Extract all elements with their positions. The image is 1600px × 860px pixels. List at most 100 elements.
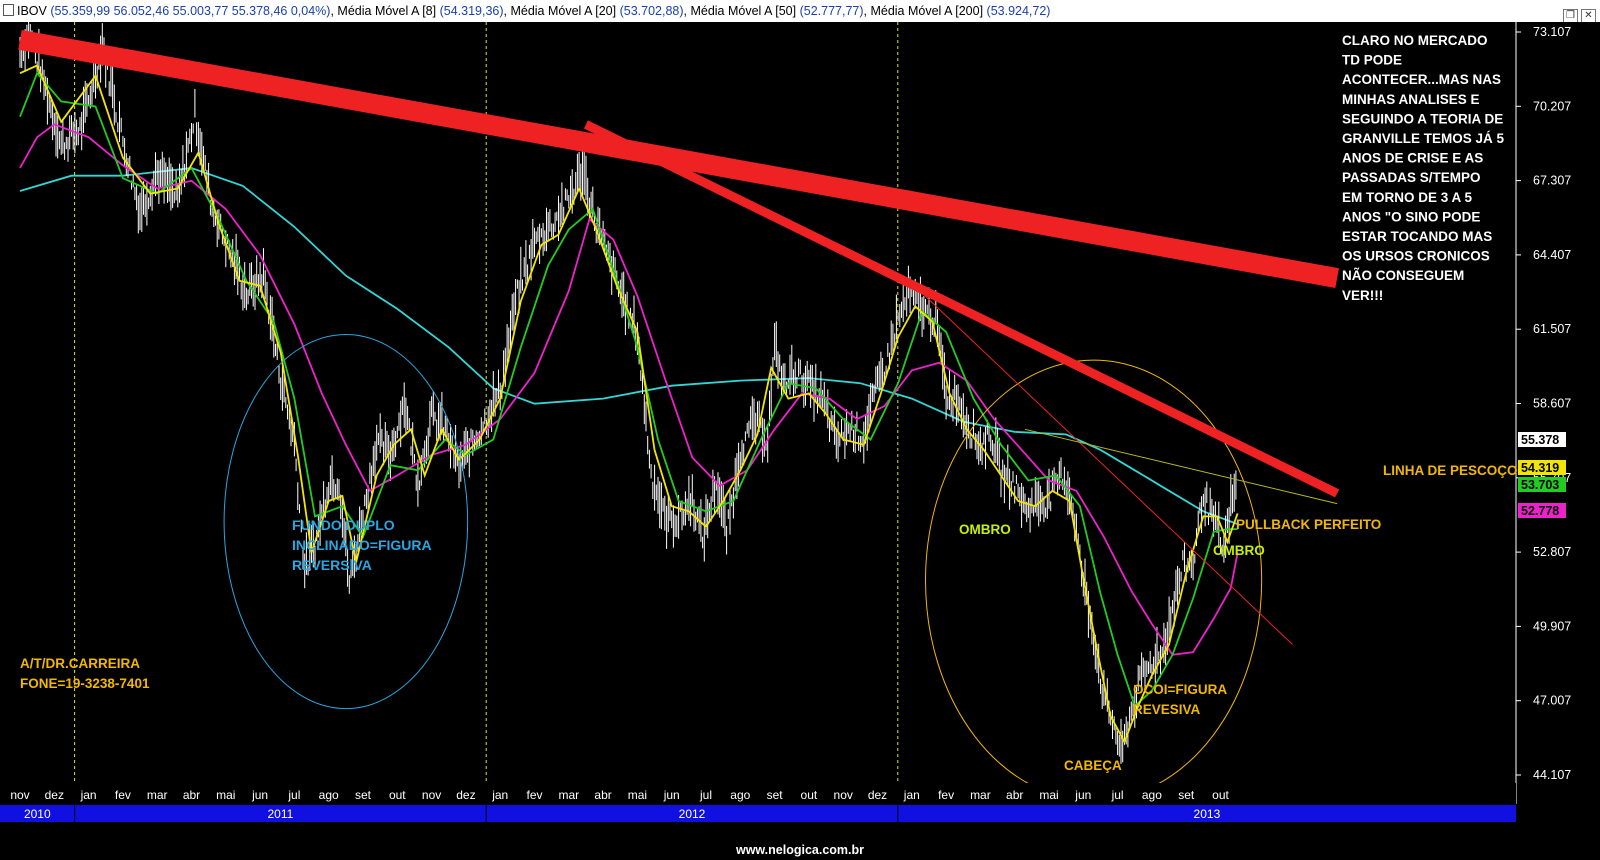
annotation-line: INCLINADO=FIGURA — [292, 537, 432, 553]
annotation-line: ESTAR TOCANDO MAS — [1342, 229, 1492, 244]
month-label: mar — [147, 788, 168, 802]
month-label: nov — [10, 788, 29, 802]
month-label: mar — [558, 788, 579, 802]
chart-annotation: FUNDO DUPLO INCLINADO=FIGURA REVERSIVA — [292, 517, 432, 573]
month-label: mai — [628, 788, 647, 802]
month-label: jul — [699, 788, 712, 802]
month-label: nov — [834, 788, 853, 802]
chart-icon — [3, 4, 14, 16]
watermark: www.nelogica.com.br — [0, 840, 1600, 860]
month-label: abr — [183, 788, 200, 802]
annotation-line: OMBRO — [1213, 543, 1265, 558]
month-label: jul — [287, 788, 300, 802]
last-value-label: 53.703 — [1521, 478, 1559, 492]
ma8-line — [19, 64, 1239, 745]
y-tick-label: 49.907 — [1533, 619, 1571, 633]
annotation-line: PASSADAS S/TEMPO — [1342, 170, 1481, 185]
month-label: dez — [456, 788, 475, 802]
annotation-line: VER!!! — [1342, 288, 1383, 303]
year-label: 2013 — [1194, 807, 1221, 821]
year-label: 2012 — [679, 807, 706, 821]
restore-icon[interactable]: ❐ — [1563, 9, 1578, 22]
annotation-line: OS URSOS CRONICOS — [1342, 249, 1490, 264]
annotation-line: MINHAS ANALISES E — [1342, 92, 1480, 107]
annotation-line: OMBRO — [959, 522, 1011, 537]
chart-annotation: PULLBACK PERFEITO — [1236, 517, 1381, 532]
month-label: abr — [1006, 788, 1023, 802]
y-tick-label: 70.207 — [1533, 99, 1571, 113]
annotation-line: NÃO CONSEGUEM — [1342, 268, 1464, 283]
annotation-line: CLARO NO MERCADO — [1342, 33, 1488, 48]
year-label: 2011 — [267, 807, 293, 821]
month-label: jun — [663, 788, 680, 802]
chart-annotation: CLARO NO MERCADO TD PODE ACONTECER...MAS N… — [1342, 33, 1505, 303]
ma8-label: Média Móvel A [8] — [337, 4, 437, 18]
year-axis — [0, 805, 1516, 822]
month-label: set — [1178, 788, 1195, 802]
month-label: mai — [216, 788, 235, 802]
ma50-line — [19, 123, 1239, 656]
y-tick-label: 73.107 — [1533, 25, 1571, 39]
month-label: jan — [491, 788, 508, 802]
annotation-line: A/T/DR.CARREIRA — [20, 656, 140, 671]
trendline — [911, 282, 1293, 645]
ma20-value: (53.702,88) — [619, 4, 684, 18]
chart-annotation: LINHA DE PESCOÇO — [1383, 463, 1518, 478]
annotation-line: REVERSIVA — [292, 557, 372, 573]
price-bars — [19, 22, 1237, 764]
month-label: ago — [319, 788, 339, 802]
month-label: ago — [730, 788, 750, 802]
trendline — [583, 120, 1340, 498]
month-label: fev — [938, 788, 954, 802]
month-label: dez — [868, 788, 887, 802]
window-controls: ❐ ✕ — [1560, 3, 1596, 22]
last-value-label: 52.778 — [1521, 504, 1559, 518]
month-label: ago — [1142, 788, 1162, 802]
close-icon[interactable]: ✕ — [1581, 9, 1596, 22]
chart-annotation: OMBRO — [959, 522, 1011, 537]
pattern-ellipse — [925, 359, 1263, 802]
y-tick-label: 67.307 — [1533, 174, 1571, 188]
month-label: jul — [1111, 788, 1124, 802]
last-value-label: 55.378 — [1521, 433, 1559, 447]
chart-header: IBOV (55.359,99 56.052,46 55.003,77 55.3… — [0, 0, 1600, 22]
month-label: fev — [115, 788, 131, 802]
annotation-line: PULLBACK PERFEITO — [1236, 517, 1381, 532]
annotation-line: GRANVILLE TEMOS JÁ 5 — [1342, 131, 1505, 146]
month-label: jun — [251, 788, 268, 802]
ma200-value: (53.924,72) — [986, 4, 1051, 18]
ma50-label: Média Móvel A [50] — [690, 4, 797, 18]
y-tick-label: 58.607 — [1533, 397, 1571, 411]
ma20-label: Média Móvel A [20] — [510, 4, 617, 18]
chart-annotation: OCOI=FIGURA REVESIVA — [1133, 682, 1227, 717]
month-label: out — [1212, 788, 1229, 802]
y-tick-label: 44.107 — [1533, 768, 1571, 782]
last-value-label: 54.319 — [1521, 461, 1559, 475]
month-label: out — [389, 788, 406, 802]
year-label: 2010 — [24, 807, 51, 821]
annotation-line: OCOI=FIGURA — [1133, 682, 1227, 697]
annotation-line: TD PODE — [1342, 53, 1402, 68]
chart-annotation: OMBRO — [1213, 543, 1265, 558]
month-label: set — [767, 788, 784, 802]
chart-annotation: CABEÇA — [1064, 758, 1122, 773]
y-tick-label: 61.507 — [1533, 322, 1571, 336]
month-label: jan — [80, 788, 97, 802]
annotation-line: FUNDO DUPLO — [292, 517, 395, 533]
ma50-value: (52.777,77) — [799, 4, 864, 18]
annotation-line: REVESIVA — [1133, 702, 1201, 717]
annotation-line: SEGUINDO A TEORIA DE — [1342, 111, 1503, 126]
month-label: fev — [526, 788, 542, 802]
annotation-line: FONE=19-3238-7401 — [20, 676, 150, 691]
annotation-line: EM TORNO DE 3 A 5 — [1342, 190, 1473, 205]
month-label: abr — [594, 788, 611, 802]
annotation-line: ACONTECER...MAS NAS — [1342, 72, 1501, 87]
y-tick-label: 64.407 — [1533, 248, 1571, 262]
ohlc-values: (55.359,99 56.052,46 55.003,77 55.378,46… — [50, 4, 331, 18]
month-label: nov — [422, 788, 441, 802]
ma8-value: (54.319,36) — [439, 4, 504, 18]
y-tick-label: 47.007 — [1533, 694, 1571, 708]
month-label: jan — [903, 788, 920, 802]
ma200-label: Média Móvel A [200] — [870, 4, 984, 18]
annotation-line: ANOS "O SINO PODE — [1342, 209, 1480, 224]
